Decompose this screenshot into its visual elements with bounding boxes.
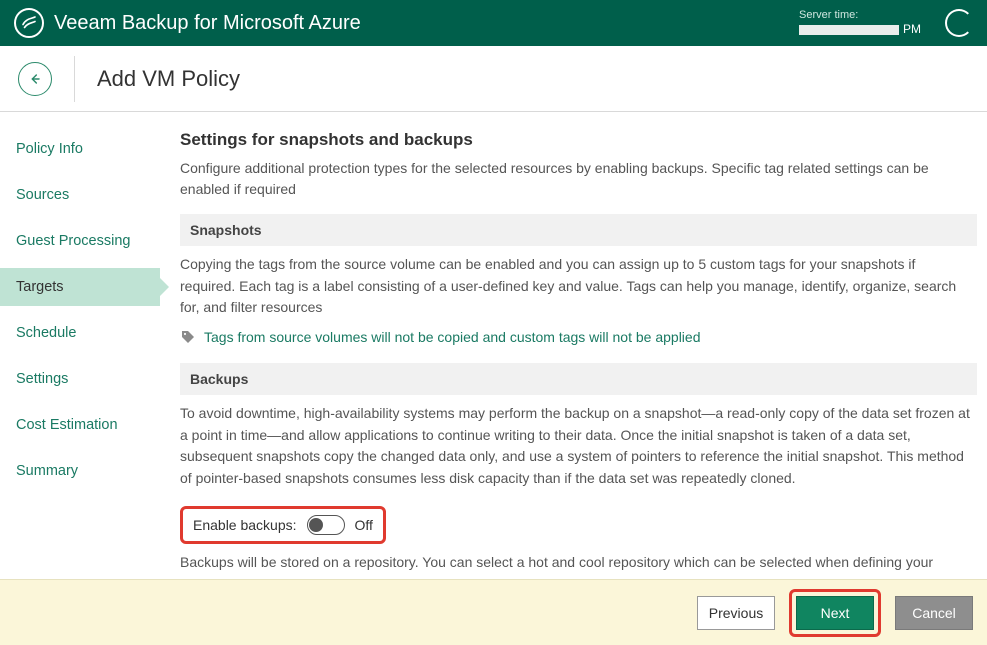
sidebar-item-settings[interactable]: Settings bbox=[0, 360, 160, 398]
app-title: Veeam Backup for Microsoft Azure bbox=[54, 12, 361, 35]
snapshots-tag-link[interactable]: Tags from source volumes will not be cop… bbox=[204, 329, 700, 345]
enable-backups-state: Off bbox=[355, 517, 373, 533]
backups-section-header: Backups bbox=[180, 363, 977, 395]
header-divider bbox=[74, 56, 75, 102]
wizard-sidebar: Policy Info Sources Guest Processing Tar… bbox=[0, 112, 160, 579]
enable-backups-highlight: Enable backups: Off bbox=[180, 506, 386, 544]
user-avatar-icon[interactable] bbox=[945, 9, 973, 37]
content-area: Settings for snapshots and backups Confi… bbox=[160, 112, 987, 579]
main: Policy Info Sources Guest Processing Tar… bbox=[0, 112, 987, 579]
backups-footer-note: Backups will be stored on a repository. … bbox=[180, 552, 970, 579]
sidebar-item-policy-info[interactable]: Policy Info bbox=[0, 130, 160, 168]
snapshots-section-header: Snapshots bbox=[180, 214, 977, 246]
back-button[interactable] bbox=[18, 62, 52, 96]
next-button-highlight: Next bbox=[789, 589, 881, 637]
content-intro: Configure additional protection types fo… bbox=[180, 158, 970, 200]
sidebar-item-sources[interactable]: Sources bbox=[0, 176, 160, 214]
topbar-left: Veeam Backup for Microsoft Azure bbox=[14, 8, 361, 38]
server-time: Server time: PM bbox=[799, 8, 921, 38]
sidebar-item-schedule[interactable]: Schedule bbox=[0, 314, 160, 352]
toggle-knob bbox=[309, 518, 323, 532]
enable-backups-label: Enable backups: bbox=[193, 517, 297, 533]
page-title: Add VM Policy bbox=[97, 66, 240, 92]
previous-button[interactable]: Previous bbox=[697, 596, 775, 630]
cancel-button[interactable]: Cancel bbox=[895, 596, 973, 630]
sidebar-item-summary[interactable]: Summary bbox=[0, 452, 160, 490]
app-logo-icon bbox=[14, 8, 44, 38]
server-time-label: Server time: bbox=[799, 8, 921, 22]
topbar: Veeam Backup for Microsoft Azure Server … bbox=[0, 0, 987, 46]
next-button[interactable]: Next bbox=[796, 596, 874, 630]
server-time-value: PM bbox=[799, 22, 921, 38]
tag-icon bbox=[180, 329, 196, 345]
page-header: Add VM Policy bbox=[0, 46, 987, 112]
sidebar-item-guest-processing[interactable]: Guest Processing bbox=[0, 222, 160, 260]
topbar-right: Server time: PM bbox=[799, 8, 973, 38]
sidebar-item-cost-estimation[interactable]: Cost Estimation bbox=[0, 406, 160, 444]
sidebar-item-targets[interactable]: Targets bbox=[0, 268, 160, 306]
content-heading: Settings for snapshots and backups bbox=[180, 130, 977, 150]
wizard-footer: Previous Next Cancel bbox=[0, 579, 987, 645]
enable-backups-toggle[interactable] bbox=[307, 515, 345, 535]
snapshots-section-body: Copying the tags from the source volume … bbox=[180, 254, 970, 319]
backups-section-body: To avoid downtime, high-availability sys… bbox=[180, 403, 970, 490]
snapshots-tag-link-row: Tags from source volumes will not be cop… bbox=[180, 329, 977, 345]
